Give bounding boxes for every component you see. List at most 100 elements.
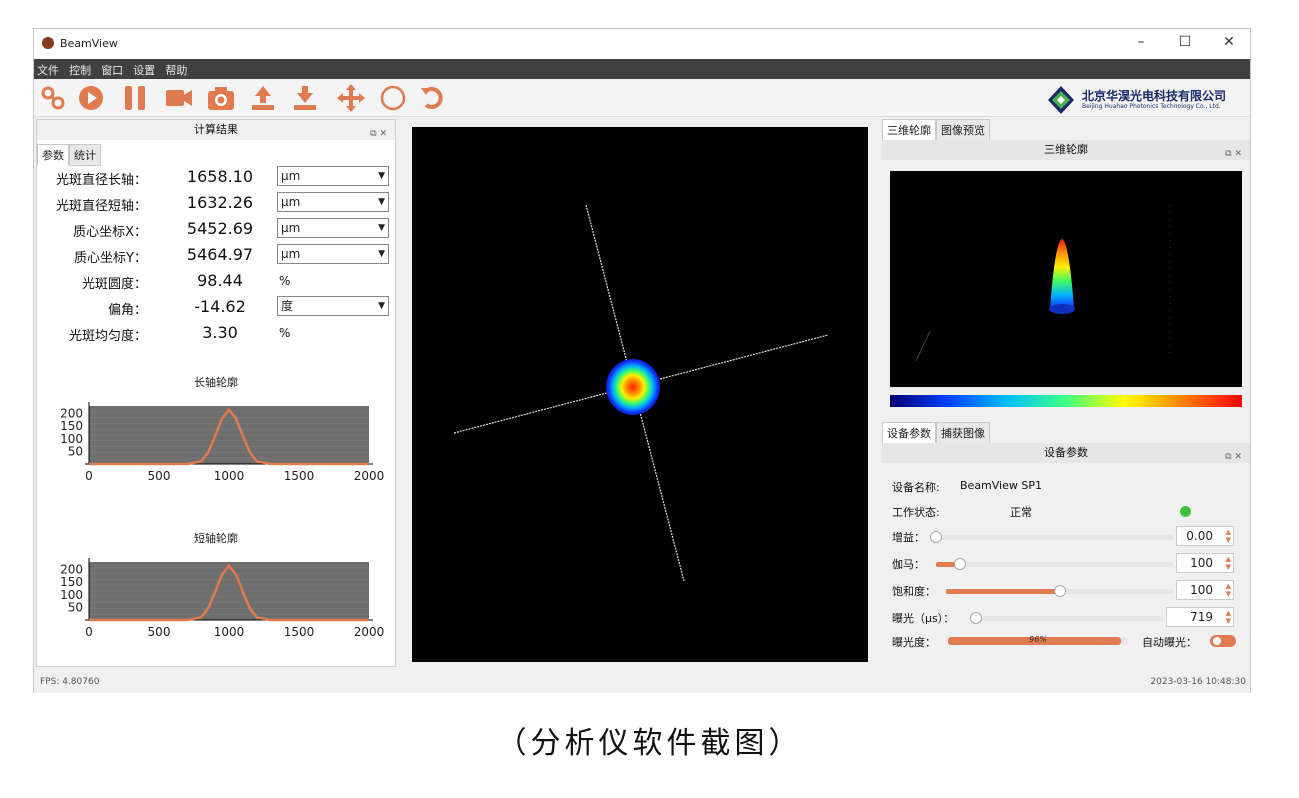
tab-stats[interactable]: 统计: [69, 144, 101, 166]
exposure-slider-knob[interactable]: [970, 612, 982, 624]
company-logo-icon: [1048, 86, 1074, 114]
gamma-slider[interactable]: [936, 562, 1174, 567]
spin-arrows-icon[interactable]: ▲ ▼: [1226, 555, 1231, 571]
param-label: 质心坐标X：: [73, 225, 147, 240]
upload-icon[interactable]: [248, 83, 278, 113]
gain-label: 增益：: [892, 531, 925, 544]
device-name-value: BeamView SP1: [960, 479, 1042, 492]
spin-arrows-icon[interactable]: ▲ ▼: [1226, 528, 1231, 544]
gain-slider-knob[interactable]: [930, 531, 942, 543]
results-panel: 计算结果 ⧉ ✕ 参数 统计 光斑直径长轴： 1658.10 μm ▼ 光斑直径短轴…: [36, 119, 396, 667]
param-value: 98.44: [197, 271, 243, 290]
x-tick-label: 500: [148, 469, 171, 483]
unit-select[interactable]: μm ▼: [277, 166, 389, 186]
maximize-button[interactable]: ☐: [1170, 34, 1200, 50]
download-icon[interactable]: [290, 83, 320, 113]
menu-settings[interactable]: 设置: [130, 59, 157, 78]
circle-icon[interactable]: [378, 83, 408, 113]
pause-icon[interactable]: [120, 83, 150, 113]
param-label: 质心坐标Y：: [74, 251, 147, 266]
saturation-spinbox[interactable]: 100 ▲ ▼: [1176, 580, 1234, 600]
menu-file[interactable]: 文件: [34, 59, 61, 78]
spin-arrows-icon[interactable]: ▲ ▼: [1226, 582, 1231, 598]
tab-device-params[interactable]: 设备参数: [882, 422, 936, 444]
long-axis-chart-title: 长轴轮廓: [194, 376, 238, 389]
menu-control[interactable]: 控制: [66, 59, 93, 78]
param-value: 1632.26: [186, 193, 254, 212]
param-row: 光斑直径短轴： 1632.26 μm ▼: [37, 192, 395, 216]
status-bar: FPS: 4.80760 2023-03-16 10:48:30: [34, 673, 1250, 693]
results-tabs: 参数 统计: [37, 144, 101, 166]
tab-params[interactable]: 参数: [37, 144, 69, 166]
x-tick-label: 1000: [214, 625, 245, 639]
x-tick-label: 1500: [284, 625, 315, 639]
unit-select-value: μm: [281, 247, 301, 261]
menu-bar: 文件 控制 窗口 设置 帮助: [34, 59, 1250, 79]
status-indicator-icon: [1180, 506, 1191, 517]
y-tick-label: 200: [60, 563, 83, 577]
unit-select-value: μm: [281, 221, 301, 235]
y-tick-label: 50: [68, 444, 83, 458]
unit-select-value: μm: [281, 195, 301, 209]
beam-image-view[interactable]: [412, 127, 868, 662]
param-row: 光斑均匀度： 3.30 %: [37, 322, 395, 346]
exposure-slider[interactable]: [976, 616, 1164, 621]
datetime-readout: 2023-03-16 10:48:30: [1150, 677, 1246, 687]
gamma-spinbox[interactable]: 100 ▲ ▼: [1176, 553, 1234, 573]
video-icon[interactable]: [164, 83, 194, 113]
rotate-icon[interactable]: [418, 83, 448, 113]
title-bar: BeamView – ☐ ✕: [34, 29, 1250, 59]
auto-exposure-toggle[interactable]: [1210, 635, 1236, 647]
saturation-slider-fill: [946, 589, 1060, 594]
figure-caption: （分析仪软件截图）: [496, 726, 803, 761]
profile-3d-view[interactable]: [890, 171, 1242, 387]
tab-3d-profile[interactable]: 三维轮廓: [882, 119, 936, 141]
dock-float-close-icon[interactable]: ⧉ ✕: [370, 124, 387, 144]
spin-arrows-icon[interactable]: ▲ ▼: [1226, 609, 1231, 625]
device-name-label: 设备名称:: [892, 481, 940, 494]
param-label: 光斑直径长轴：: [55, 173, 147, 188]
gain-slider[interactable]: [936, 535, 1174, 540]
tab-image-preview[interactable]: 图像预览: [936, 119, 990, 141]
work-status-label: 工作状态:: [892, 506, 940, 519]
company-name: 北京华淏光电科技有限公司: [1082, 89, 1227, 103]
unit-select[interactable]: μm ▼: [277, 192, 389, 212]
camera-icon[interactable]: [206, 83, 236, 113]
chevron-down-icon: ▼: [378, 301, 385, 311]
menu-window[interactable]: 窗口: [98, 59, 125, 78]
tab-captured-images[interactable]: 捕获图像: [936, 422, 990, 444]
gain-value: 0.00: [1186, 529, 1213, 543]
move-icon[interactable]: [336, 83, 366, 113]
param-row: 偏角： -14.62 度 ▼: [37, 296, 395, 320]
gain-spinbox[interactable]: 0.00 ▲ ▼: [1176, 526, 1234, 546]
menu-help[interactable]: 帮助: [162, 59, 189, 78]
unit-select[interactable]: 度 ▼: [277, 296, 389, 316]
saturation-label: 饱和度：: [892, 585, 936, 598]
chevron-down-icon: ▼: [378, 171, 385, 181]
link-icon[interactable]: [38, 83, 68, 113]
gamma-slider-knob[interactable]: [953, 558, 966, 570]
param-label: 光斑圆度：: [81, 277, 147, 292]
exposure-spinbox[interactable]: 719 ▲ ▼: [1166, 607, 1234, 627]
param-value: 3.30: [202, 323, 238, 342]
y-tick-label: 50: [68, 600, 83, 614]
close-button[interactable]: ✕: [1214, 34, 1244, 50]
profile-tabs: 三维轮廓 图像预览: [882, 119, 990, 141]
y-tick-label: 100: [60, 432, 83, 446]
auto-exposure-label: 自动曝光：: [1142, 636, 1197, 649]
short-axis-chart-title: 短轴轮廓: [194, 532, 238, 545]
device-tabs: 设备参数 捕获图像: [882, 422, 990, 444]
minimize-button[interactable]: –: [1126, 34, 1156, 50]
param-row: 质心坐标X： 5452.69 μm ▼: [37, 218, 395, 242]
param-value: 5464.97: [186, 245, 254, 264]
param-row: 光斑圆度： 98.44 %: [37, 270, 395, 294]
unit-select[interactable]: μm ▼: [277, 244, 389, 264]
param-label: 光斑均匀度：: [68, 329, 147, 344]
unit-select[interactable]: μm ▼: [277, 218, 389, 238]
saturation-slider-knob[interactable]: [1054, 585, 1066, 597]
y-tick-label: 150: [60, 419, 83, 433]
gamma-value: 100: [1190, 556, 1213, 570]
x-tick-label: 1000: [214, 469, 245, 483]
dock-float-close-icon[interactable]: ⧉ ✕: [1225, 447, 1242, 467]
record-icon[interactable]: [76, 83, 106, 113]
